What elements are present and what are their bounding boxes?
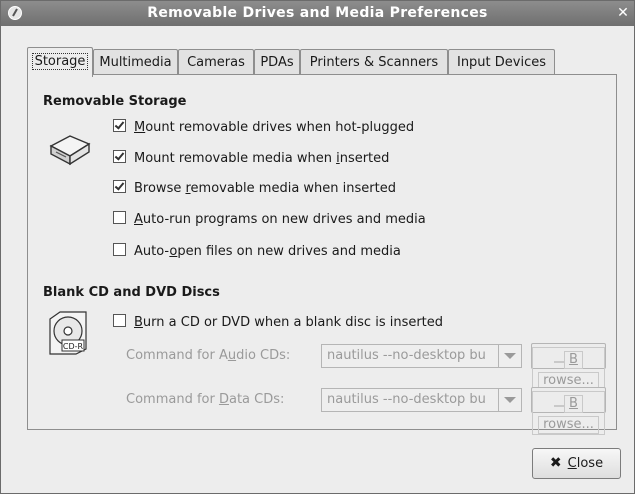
audio-cd-browse-button[interactable]: Browse...: [531, 343, 606, 391]
auto-open-checkbox[interactable]: [113, 243, 126, 256]
close-icon: ✖: [549, 455, 562, 471]
tab-printers-scanners[interactable]: Printers & Scanners: [300, 49, 448, 75]
mount-media-option[interactable]: Mount removable media when inserted: [113, 150, 389, 168]
window-close-icon[interactable]: ✕: [615, 5, 631, 21]
svg-text:CD-R: CD-R: [63, 342, 84, 351]
tab-storage[interactable]: Storage: [27, 47, 93, 77]
audio-cd-command-combo[interactable]: nautilus --no-desktop bu: [321, 344, 522, 368]
tab-multimedia[interactable]: Multimedia: [93, 49, 178, 75]
data-cd-command-value: nautilus --no-desktop bu: [327, 392, 486, 407]
title-bar[interactable]: Removable Drives and Media Preferences ✕: [1, 1, 634, 26]
audio-cd-command-label: Command for Audio CDs:: [126, 348, 291, 363]
browse-media-checkbox[interactable]: [113, 180, 126, 193]
auto-open-option[interactable]: Auto-open files on new drives and media: [113, 243, 401, 261]
auto-run-checkbox[interactable]: [113, 211, 126, 224]
cd-r-icon: CD-R: [49, 311, 87, 355]
burn-disc-option[interactable]: Burn a CD or DVD when a blank disc is in…: [113, 314, 443, 332]
data-cd-dropdown-arrow-icon[interactable]: [498, 389, 521, 411]
browse-media-option[interactable]: Browse removable media when inserted: [113, 180, 396, 198]
tab-cameras[interactable]: Cameras: [178, 49, 254, 75]
drive-icon: [49, 135, 91, 166]
data-cd-browse-button[interactable]: Browse...: [531, 387, 606, 435]
data-cd-command-label: Command for Data CDs:: [126, 392, 285, 407]
preferences-window: Removable Drives and Media Preferences ✕…: [0, 0, 635, 494]
mount-media-checkbox[interactable]: [113, 150, 126, 163]
close-button[interactable]: ✖ Close: [532, 448, 621, 479]
window-title: Removable Drives and Media Preferences: [147, 5, 488, 21]
data-cd-command-combo[interactable]: nautilus --no-desktop bu: [321, 388, 522, 412]
blank-discs-title: Blank CD and DVD Discs: [43, 285, 220, 300]
storage-panel: Removable Storage Mount removable drives…: [27, 74, 617, 435]
mount-drives-checkbox[interactable]: [113, 119, 126, 132]
tab-pdas[interactable]: PDAs: [254, 49, 300, 75]
mount-drives-option[interactable]: Mount removable drives when hot-plugged: [113, 119, 414, 137]
auto-run-option[interactable]: Auto-run programs on new drives and medi…: [113, 211, 426, 229]
burn-disc-checkbox[interactable]: [113, 314, 126, 327]
tab-input-devices[interactable]: Input Devices: [448, 49, 555, 75]
audio-cd-dropdown-arrow-icon[interactable]: [498, 345, 521, 367]
removable-storage-title: Removable Storage: [43, 94, 187, 109]
audio-cd-command-value: nautilus --no-desktop bu: [327, 348, 486, 363]
